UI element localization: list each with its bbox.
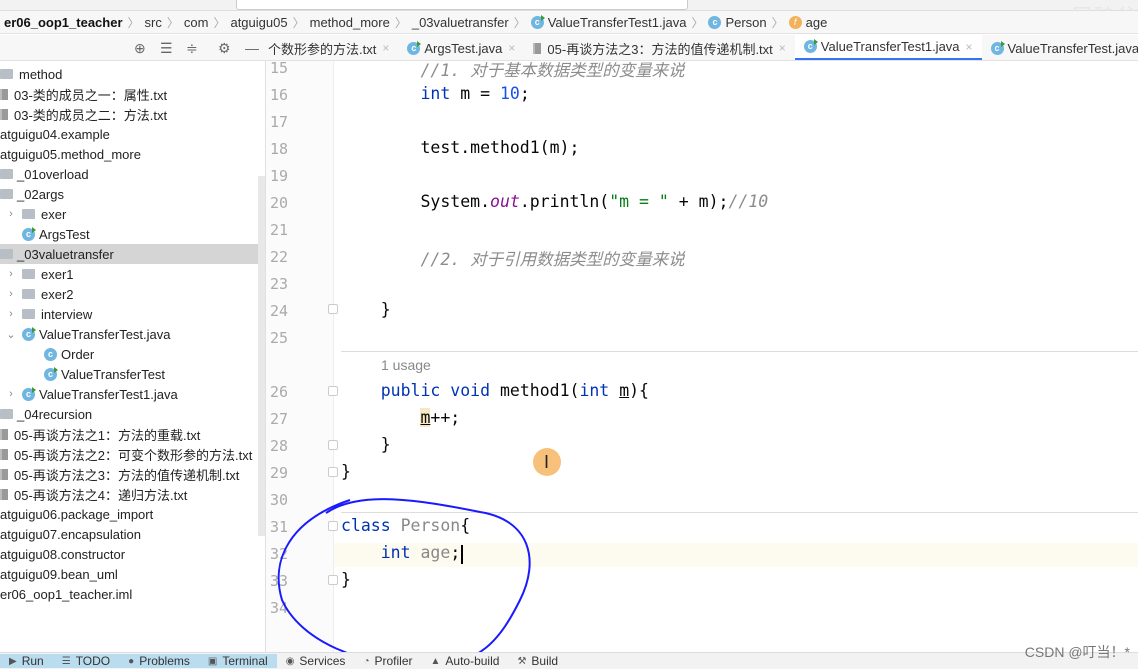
build-icon: ⚒: [517, 655, 527, 667]
terminal-icon: ▣: [207, 655, 218, 667]
csdn-watermark: CSDN @叮当！*: [1024, 644, 1130, 660]
auto-build-icon: ▲: [430, 655, 441, 667]
problems-icon: ●: [128, 655, 135, 667]
tool-window-problems[interactable]: ● Problems: [119, 654, 199, 668]
tool-window-run[interactable]: ▶ Run: [0, 654, 53, 668]
tool-window-profiler[interactable]: ◔ Profiler: [354, 654, 421, 668]
tool-window-bar: ▶ Run ☰ TODO ● Problems ▣ Terminal ◉ Services ◔ Pro…: [0, 652, 1138, 669]
tool-window-terminal[interactable]: ▣ Terminal: [198, 654, 277, 668]
tool-window-label: Auto-build: [445, 654, 500, 668]
tool-window-services[interactable]: ◉ Services: [277, 654, 355, 668]
tool-window-label: Services: [299, 654, 346, 668]
annotation-circle: [277, 498, 531, 667]
run-icon: ▶: [9, 655, 17, 667]
pen-annotation: [277, 498, 531, 667]
profiler-icon: ◔: [363, 655, 370, 667]
services-icon: ◉: [285, 655, 295, 667]
tool-window-label: Profiler: [374, 654, 413, 668]
tool-window-label: Terminal: [222, 654, 268, 668]
tool-window-build[interactable]: ⚒ Build: [508, 654, 567, 668]
tool-window-label: Build: [531, 654, 559, 668]
tool-window-todo[interactable]: ☰ TODO: [52, 654, 120, 668]
tool-window-label: TODO: [75, 654, 111, 668]
tool-window-label: Run: [21, 654, 44, 668]
tool-window-label: Problems: [139, 654, 190, 668]
tool-window-auto-build[interactable]: ▲ Auto-build: [422, 654, 509, 668]
todo-icon: ☰: [61, 655, 71, 667]
